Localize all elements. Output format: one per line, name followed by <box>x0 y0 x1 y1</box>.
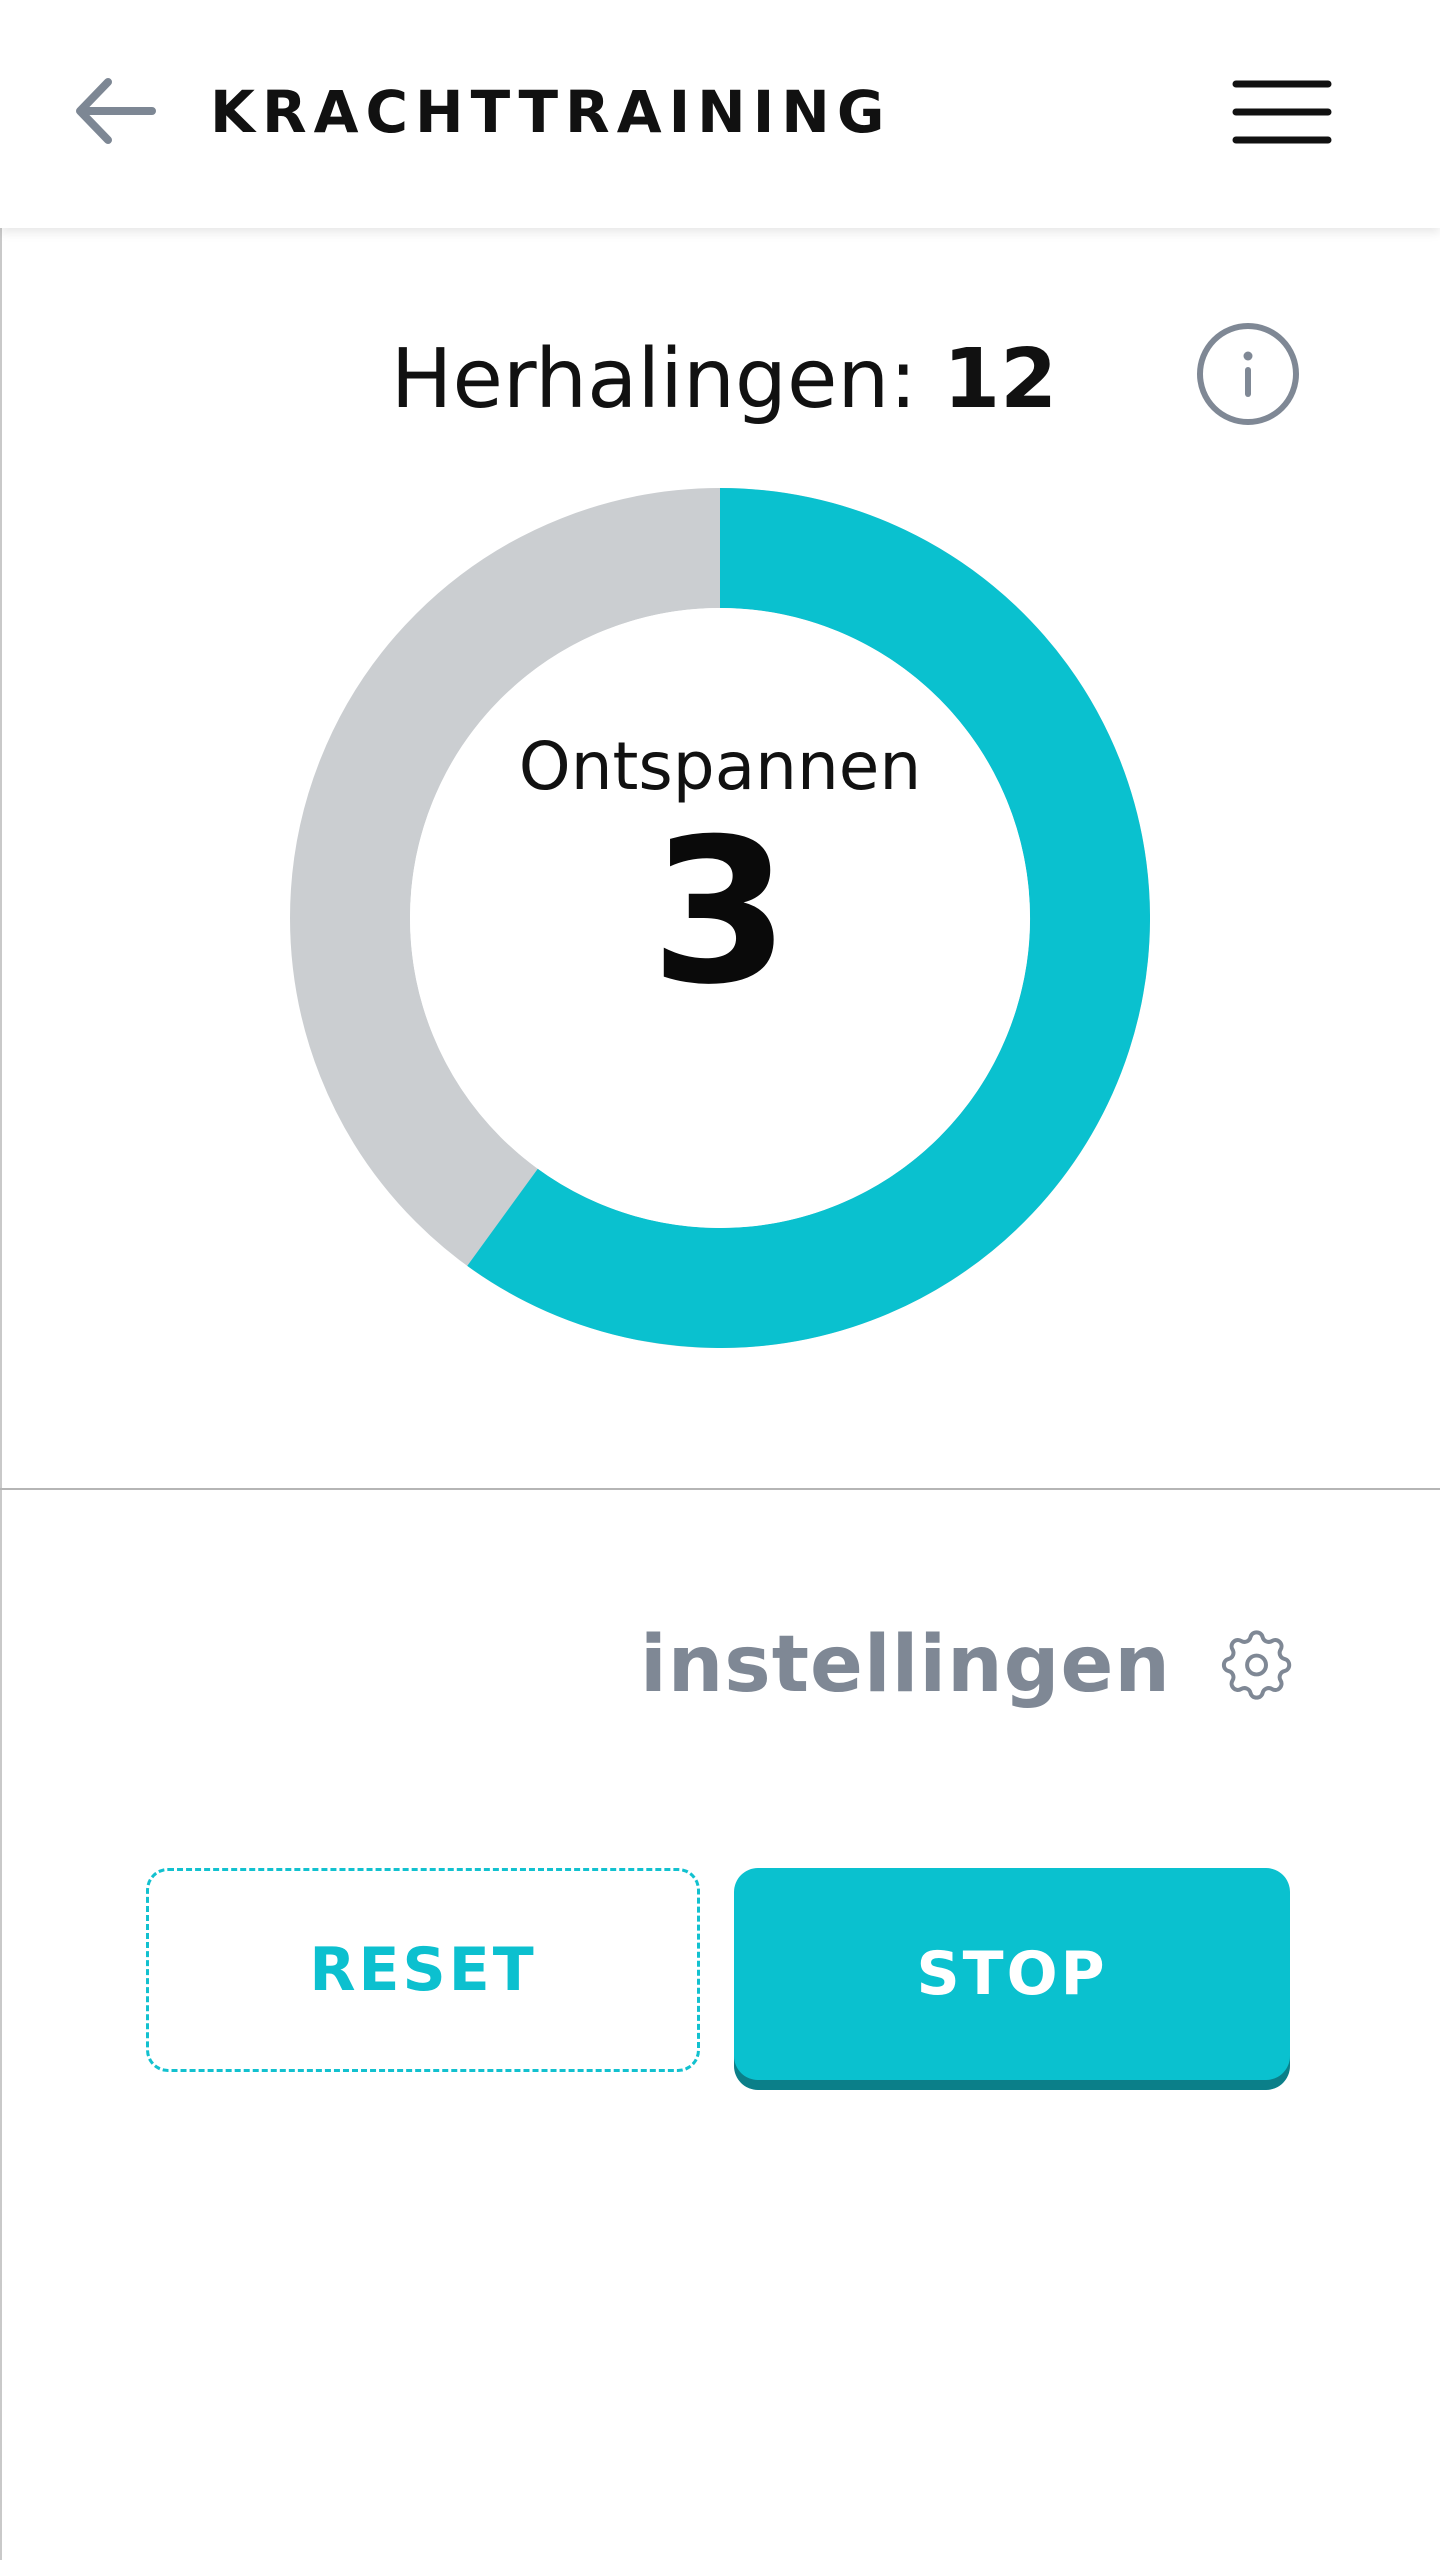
back-button[interactable] <box>60 66 170 156</box>
progress-ring <box>290 488 1150 1348</box>
left-border-line <box>0 228 2 2560</box>
stop-button[interactable]: STOP <box>734 1868 1290 2080</box>
app-screen: KRACHTTRAINING Herhalingen: 12 Ontspanne… <box>0 0 1440 2560</box>
repetitions-value: 12 <box>943 332 1058 427</box>
gear-icon <box>1221 1630 1292 1700</box>
section-divider <box>0 1488 1440 1490</box>
repetitions-text: Herhalingen: 12 <box>391 332 1057 427</box>
settings-label: instellingen <box>640 1620 1171 1710</box>
app-header: KRACHTTRAINING <box>0 0 1440 228</box>
settings-button[interactable]: instellingen <box>640 1600 1300 1730</box>
reset-button[interactable]: RESET <box>146 1868 700 2072</box>
page-title: KRACHTTRAINING <box>210 78 892 146</box>
progress-ring-inner <box>410 608 1030 1228</box>
menu-button[interactable] <box>1222 72 1342 152</box>
hamburger-menu-icon <box>1232 80 1332 144</box>
info-icon <box>1197 323 1299 425</box>
repetitions-label: Herhalingen: <box>390 332 918 427</box>
arrow-left-icon <box>76 78 156 144</box>
info-button[interactable] <box>1194 320 1302 428</box>
